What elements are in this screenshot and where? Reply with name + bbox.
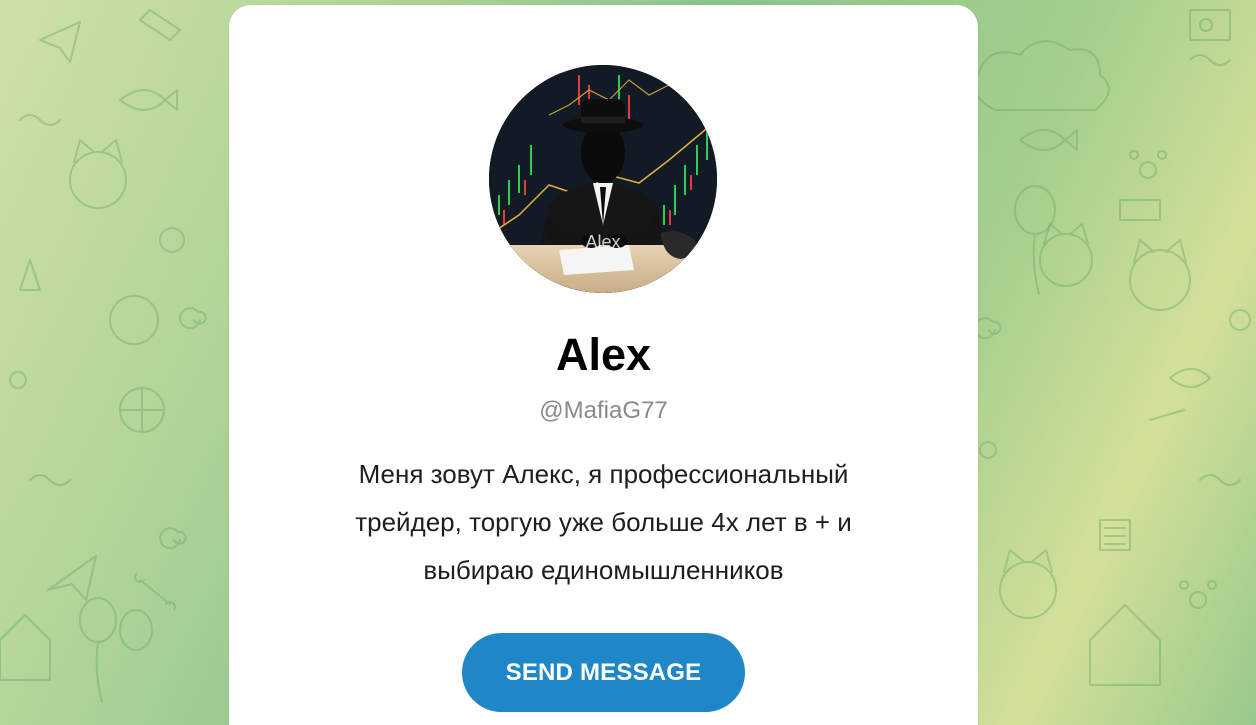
profile-name: Alex xyxy=(555,329,652,380)
avatar-image: Alex xyxy=(489,65,717,293)
balloon-icon xyxy=(79,597,117,703)
fish-icon xyxy=(1019,129,1078,151)
ball-icon xyxy=(159,227,185,253)
balloon-icon xyxy=(1014,185,1056,295)
paw-icon xyxy=(1129,150,1167,179)
telegram-profile-page: Alex Alex @MafiaG77 Меня зовут Алекс, я … xyxy=(0,0,1256,725)
send-message-button[interactable]: SEND MESSAGE xyxy=(462,633,745,712)
cat-icon xyxy=(1129,239,1191,311)
bio-line: Меня зовут Алекс, я профессиональный xyxy=(358,459,849,489)
paper-plane-icon xyxy=(47,555,97,601)
bio-line: выбираю единомышленников xyxy=(423,555,784,585)
paw-icon xyxy=(1179,580,1217,609)
ball-icon xyxy=(119,387,165,433)
balloon-icon xyxy=(119,609,153,651)
profile-card: Alex Alex @MafiaG77 Меня зовут Алекс, я … xyxy=(229,5,978,725)
fish-icon xyxy=(119,89,178,111)
bone-icon xyxy=(134,573,176,611)
avatar: Alex xyxy=(489,65,717,293)
cat-icon xyxy=(1039,223,1093,287)
bio-line: трейдер, торгую уже больше 4х лет в + и xyxy=(355,507,852,537)
avatar-watermark: Alex xyxy=(585,232,620,252)
fish-icon xyxy=(1169,368,1211,388)
paper-plane-icon xyxy=(39,21,81,63)
bone-icon xyxy=(1149,409,1185,421)
profile-username: @MafiaG77 xyxy=(539,397,668,424)
cat-icon xyxy=(109,295,159,345)
doghouse-icon xyxy=(1089,604,1161,686)
cat-icon xyxy=(999,549,1057,619)
doghouse-icon xyxy=(0,614,51,681)
cat-icon xyxy=(69,139,127,209)
profile-bio: Меня зовут Алекс, я профессиональный тре… xyxy=(229,450,978,594)
